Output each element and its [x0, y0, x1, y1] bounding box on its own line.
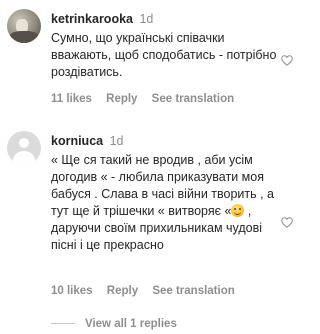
- see-translation-link[interactable]: See translation: [152, 93, 234, 105]
- comment-header: korniuca 1d: [51, 133, 297, 149]
- username[interactable]: korniuca: [51, 134, 103, 148]
- reply-button[interactable]: Reply: [107, 285, 138, 297]
- timestamp[interactable]: 1d: [110, 134, 124, 148]
- view-replies-button[interactable]: View all 1 replies: [51, 318, 177, 330]
- avatar[interactable]: [7, 131, 41, 165]
- comment-header: ketrinkarooka 1d: [51, 11, 297, 27]
- timestamp[interactable]: 1d: [139, 12, 153, 26]
- smiling-face-emoji-icon: [231, 204, 245, 217]
- view-replies-label: View all 1 replies: [85, 318, 177, 330]
- see-translation-link[interactable]: See translation: [152, 285, 234, 297]
- comment-actions: 10 likes Reply See translation: [51, 285, 246, 297]
- username[interactable]: ketrinkarooka: [51, 12, 133, 26]
- comment-body: ketrinkarooka 1d Сумно, що українські сп…: [51, 11, 297, 81]
- likes-count[interactable]: 10 likes: [51, 285, 93, 297]
- heart-outline-icon[interactable]: [281, 217, 293, 228]
- comment-text: Сумно, що українські співачки вважають, …: [51, 31, 280, 79]
- likes-count[interactable]: 11 likes: [51, 93, 92, 105]
- reply-button[interactable]: Reply: [106, 93, 137, 105]
- replies-divider: [51, 323, 75, 325]
- heart-outline-icon[interactable]: [281, 55, 293, 66]
- comment-body: korniuca 1d « Ще ся такий не вродив , аб…: [51, 133, 297, 254]
- avatar[interactable]: [7, 9, 41, 43]
- comment-actions: 11 likes Reply See translation: [51, 93, 245, 105]
- comment-text: « Ще ся такий не вродив , аби усім догод…: [51, 152, 286, 254]
